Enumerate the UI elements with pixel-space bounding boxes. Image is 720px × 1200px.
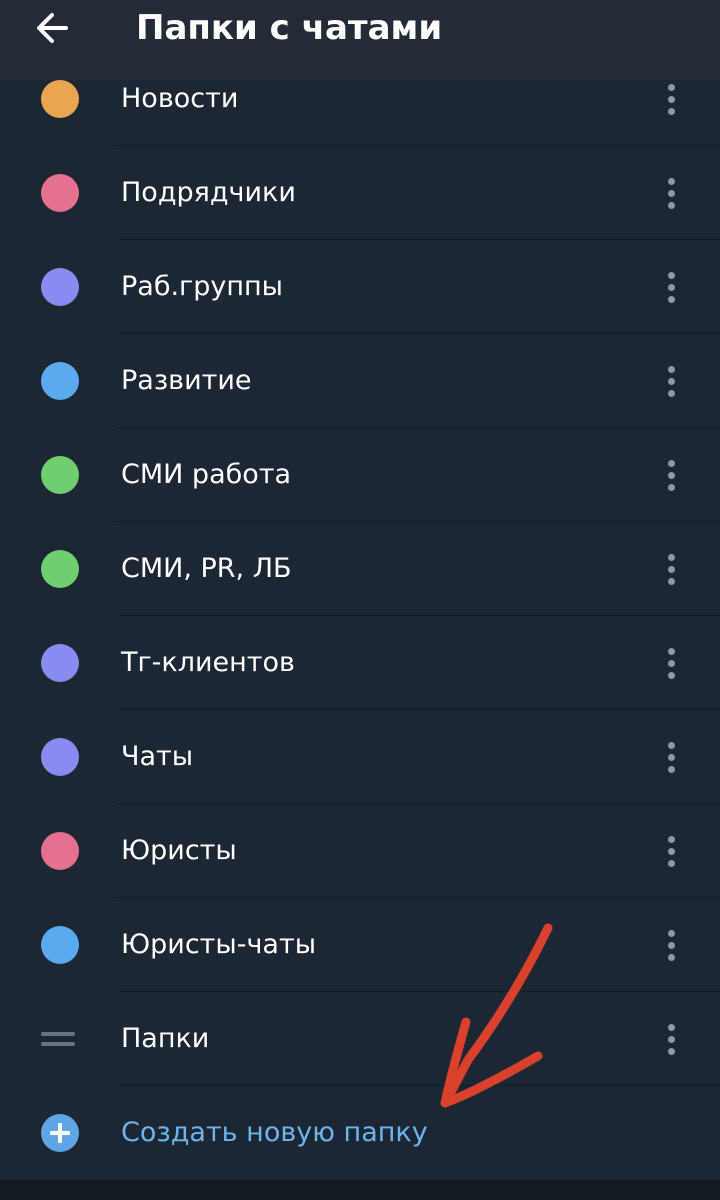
app-header: Папки с чатами bbox=[0, 0, 720, 80]
folder-row[interactable]: Развитие bbox=[0, 334, 720, 428]
folder-name: СМИ работа bbox=[121, 459, 292, 490]
arrow-left-icon bbox=[37, 13, 68, 43]
folder-menu-button[interactable] bbox=[650, 827, 692, 875]
drag-handle-icon bbox=[41, 1029, 75, 1049]
folder-color-dot bbox=[41, 926, 79, 964]
folder-name: Чаты bbox=[121, 741, 194, 772]
folder-menu-button[interactable] bbox=[650, 451, 692, 499]
folder-menu-button[interactable] bbox=[650, 733, 692, 781]
more-vertical-icon bbox=[667, 553, 675, 585]
folder-menu-button[interactable] bbox=[650, 357, 692, 405]
folder-name: Юристы-чаты bbox=[121, 929, 317, 960]
folders-row-label: Папки bbox=[121, 1023, 210, 1054]
folder-menu-button[interactable] bbox=[650, 263, 692, 311]
page-title: Папки с чатами bbox=[136, 8, 443, 48]
folder-color-dot bbox=[41, 644, 79, 682]
create-folder-button[interactable]: Создать новую папку bbox=[0, 1086, 720, 1180]
more-vertical-icon bbox=[667, 1023, 675, 1055]
folder-menu-button[interactable] bbox=[650, 1015, 692, 1063]
folder-name: Тг-клиентов bbox=[121, 647, 295, 678]
folder-color-dot bbox=[41, 362, 79, 400]
folder-color-dot bbox=[41, 832, 79, 870]
back-button[interactable] bbox=[28, 4, 76, 52]
more-vertical-icon bbox=[667, 929, 675, 961]
folders-row[interactable]: Папки bbox=[0, 992, 720, 1086]
create-folder-label: Создать новую папку bbox=[121, 1117, 428, 1148]
folder-color-dot bbox=[41, 550, 79, 588]
folder-menu-button[interactable] bbox=[650, 921, 692, 969]
folder-row[interactable]: Юристы-чаты bbox=[0, 898, 720, 992]
bottom-edge bbox=[0, 1180, 720, 1200]
folder-row[interactable]: СМИ работа bbox=[0, 428, 720, 522]
more-vertical-icon bbox=[667, 365, 675, 397]
folder-color-dot bbox=[41, 268, 79, 306]
folder-menu-button[interactable] bbox=[650, 169, 692, 217]
folder-name: СМИ, PR, ЛБ bbox=[121, 553, 292, 584]
folder-color-dot bbox=[41, 80, 79, 118]
folder-menu-button[interactable] bbox=[650, 639, 692, 687]
plus-circle-icon bbox=[41, 1114, 79, 1152]
more-vertical-icon bbox=[667, 83, 675, 115]
folder-row[interactable]: Подрядчики bbox=[0, 146, 720, 240]
folder-color-dot bbox=[41, 738, 79, 776]
folder-color-dot bbox=[41, 456, 79, 494]
folder-row[interactable]: СМИ, PR, ЛБ bbox=[0, 522, 720, 616]
folder-row[interactable]: Чаты bbox=[0, 710, 720, 804]
folder-name: Раб.группы bbox=[121, 271, 283, 302]
more-vertical-icon bbox=[667, 741, 675, 773]
folder-name: Развитие bbox=[121, 365, 252, 396]
more-vertical-icon bbox=[667, 271, 675, 303]
folder-row[interactable]: Юристы bbox=[0, 804, 720, 898]
folder-menu-button[interactable] bbox=[650, 545, 692, 593]
more-vertical-icon bbox=[667, 835, 675, 867]
folder-name: Подрядчики bbox=[121, 177, 296, 208]
chat-folders-screen: Папки с чатами Новости Подрядчики Раб.груп… bbox=[0, 0, 720, 1200]
folder-row[interactable]: Тг-клиентов bbox=[0, 616, 720, 710]
folder-menu-button[interactable] bbox=[650, 75, 692, 123]
more-vertical-icon bbox=[667, 647, 675, 679]
more-vertical-icon bbox=[667, 177, 675, 209]
folder-list: Новости Подрядчики Раб.группы Развитие СМИ р… bbox=[0, 52, 720, 1086]
folder-color-dot bbox=[41, 174, 79, 212]
more-vertical-icon bbox=[667, 459, 675, 491]
folder-name: Юристы bbox=[121, 835, 237, 866]
folder-row[interactable]: Раб.группы bbox=[0, 240, 720, 334]
